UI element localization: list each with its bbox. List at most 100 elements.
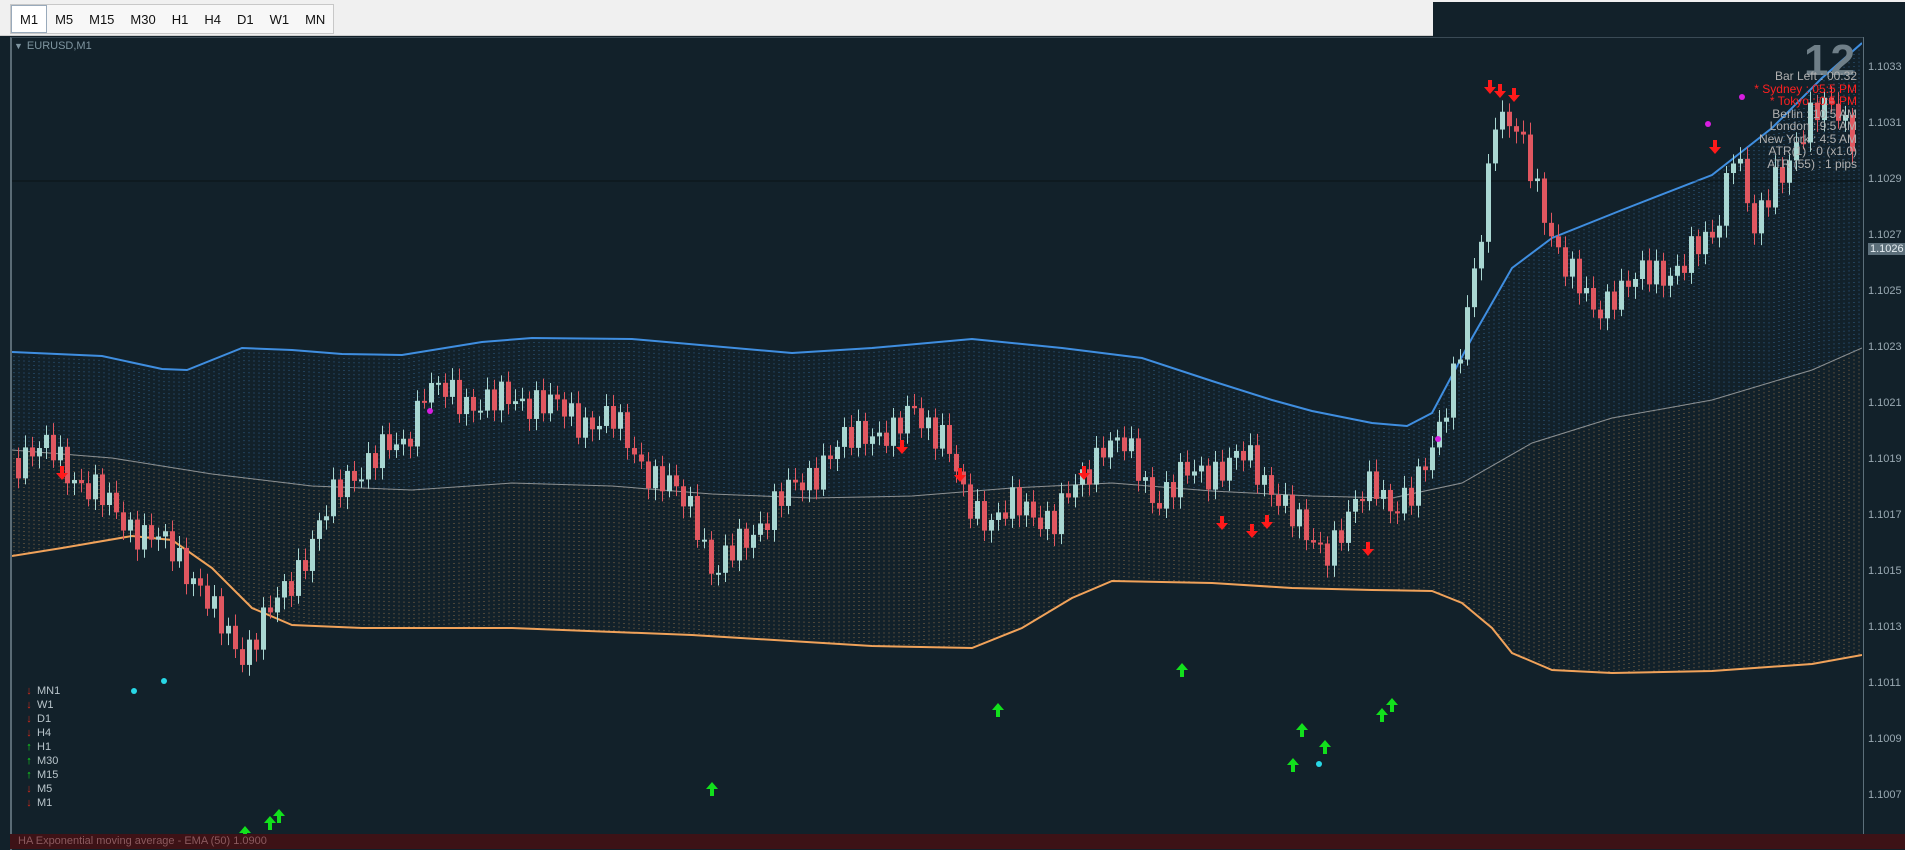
- candle-body: [695, 495, 700, 540]
- candle-body: [702, 539, 707, 542]
- indicator-label: HA Exponential moving average - EMA (50)…: [18, 835, 267, 847]
- sell-arrow-icon: [896, 440, 908, 454]
- candle-body: [415, 400, 420, 447]
- candle-body: [1213, 461, 1218, 490]
- candle-body: [233, 625, 238, 650]
- candle-body: [1304, 509, 1309, 541]
- trend-label: M1: [37, 797, 53, 809]
- candle-body: [1668, 275, 1673, 286]
- timeframe-button-m15[interactable]: M15: [81, 5, 122, 33]
- trend-label: M5: [37, 783, 53, 795]
- timeframe-button-mn[interactable]: MN: [297, 5, 333, 33]
- candle-body: [1122, 437, 1127, 452]
- candle-body: [177, 547, 182, 562]
- candle-body: [884, 432, 889, 446]
- candle-body: [1465, 307, 1470, 360]
- candle-body: [674, 475, 679, 487]
- candle-body: [380, 434, 385, 469]
- candle-body: [443, 382, 448, 397]
- trend-label: D1: [37, 713, 52, 725]
- candle-body: [72, 480, 77, 484]
- candle-body: [1297, 509, 1302, 527]
- upper-band-line: [12, 42, 1862, 428]
- candle-body: [422, 400, 427, 403]
- candle-body: [1311, 540, 1316, 543]
- timeframe-button-m30[interactable]: M30: [122, 5, 163, 33]
- candle-body: [1353, 498, 1358, 512]
- arrow-down-icon: ↓: [26, 713, 32, 725]
- candle-body: [870, 436, 875, 444]
- candle-body: [352, 470, 357, 481]
- candle-body: [1626, 280, 1631, 287]
- candle-body: [639, 454, 644, 462]
- candle-body: [1157, 502, 1162, 509]
- timeframe-button-d1[interactable]: D1: [229, 5, 262, 33]
- session-info-row: * Tokyo : 0:5 PM: [1769, 94, 1857, 108]
- candle-body: [1458, 359, 1463, 364]
- multi-timeframe-trend-panel: ↓ MN1 ↓ W1 ↓ D1 ↓ H4 ↑ H1 ↑ M30 ↑ M15 ↓ M5 ↓ M1: [24, 684, 60, 810]
- timeframe-button-m5[interactable]: M5: [47, 5, 81, 33]
- candle-body: [744, 528, 749, 548]
- candle-body: [1423, 466, 1428, 471]
- collapse-triangle-icon[interactable]: ▼: [14, 41, 23, 51]
- candle-body: [590, 417, 595, 430]
- candle-body: [751, 534, 756, 548]
- session-info-panel: Bar Left : 00:32 * Sydney : 05:5 PM * Toky…: [1754, 70, 1857, 170]
- candle-body: [1472, 268, 1477, 308]
- price-axis[interactable]: 1.1033 1.1031 1.1029 1.1027 1.1026 1.1025 1.10…: [1863, 37, 1905, 837]
- buy-arrow-icon: [1296, 723, 1308, 737]
- candle-body: [79, 480, 84, 484]
- candle-body: [1430, 447, 1435, 471]
- candle-body: [1010, 487, 1015, 519]
- candle-body: [1290, 494, 1295, 527]
- candle-body: [240, 649, 245, 665]
- trend-label: H4: [37, 727, 52, 739]
- signal-dot: [1435, 436, 1441, 442]
- candle-body: [786, 479, 791, 506]
- price-chart[interactable]: [12, 38, 1862, 834]
- candle-body: [1766, 200, 1771, 208]
- candle-body: [436, 382, 441, 385]
- timeframe-button-h1[interactable]: H1: [164, 5, 197, 33]
- candle-body: [1150, 477, 1155, 503]
- candle-body: [1738, 158, 1743, 164]
- candle-body: [1171, 482, 1176, 498]
- candle-body: [723, 545, 728, 573]
- candle-body: [597, 425, 602, 430]
- candle-body: [296, 560, 301, 596]
- candle-body: [275, 597, 280, 613]
- timeframe-button-m1[interactable]: M1: [11, 5, 48, 33]
- candle-body: [1759, 200, 1764, 234]
- candle-body: [1199, 465, 1204, 472]
- candle-body: [107, 492, 112, 506]
- candle-body: [303, 560, 308, 571]
- candle-body: [1724, 173, 1729, 226]
- buy-arrow-icon: [1319, 740, 1331, 754]
- candle-body: [121, 512, 126, 531]
- timeframe-button-group: M1 M5 M15 M30 H1 H4 D1 W1 MN: [10, 4, 335, 34]
- candle-body: [604, 406, 609, 426]
- candle-body: [331, 479, 336, 517]
- candle-body: [1507, 111, 1512, 127]
- candle-body: [1654, 260, 1659, 285]
- candle-body: [1381, 489, 1386, 499]
- trend-row-h1: ↑ H1: [24, 740, 60, 754]
- candle-body: [163, 531, 168, 537]
- candle-body: [1241, 450, 1246, 461]
- timeframe-button-h4[interactable]: H4: [196, 5, 229, 33]
- candle-body: [1598, 309, 1603, 319]
- candle-body: [611, 406, 616, 429]
- candle-body: [1556, 236, 1561, 248]
- candle-body: [989, 519, 994, 531]
- candle-body: [646, 461, 651, 489]
- price-axis-label: 1.1023: [1868, 341, 1902, 353]
- candle-body: [933, 417, 938, 449]
- candle-body: [1346, 511, 1351, 543]
- candle-body: [660, 466, 665, 492]
- candle-body: [324, 516, 329, 521]
- candle-body: [1283, 494, 1288, 506]
- timeframe-button-w1[interactable]: W1: [262, 5, 298, 33]
- candle-body: [1360, 498, 1365, 502]
- candle-body: [891, 417, 896, 446]
- candle-body: [527, 398, 532, 419]
